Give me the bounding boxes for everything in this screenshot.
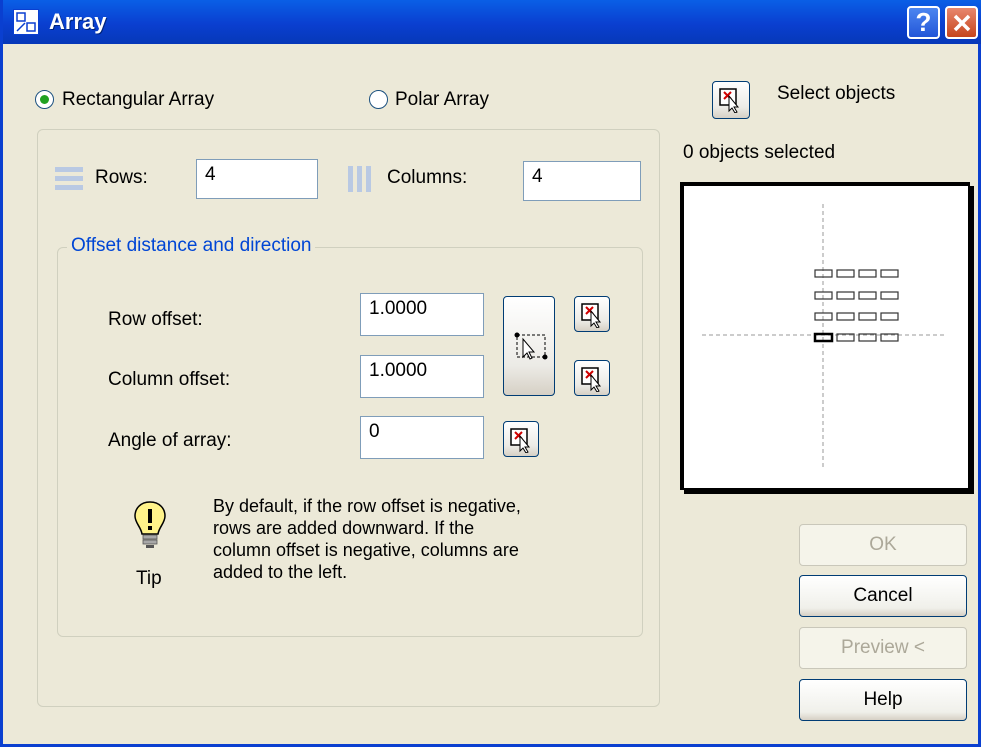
close-button[interactable] bbox=[945, 6, 978, 39]
tip-line: rows are added downward. If the bbox=[213, 518, 475, 538]
pick-both-offsets-icon bbox=[514, 332, 548, 360]
column-offset-label: Column offset: bbox=[108, 369, 231, 390]
ok-button[interactable]: OK bbox=[799, 524, 967, 566]
pick-both-offsets-button[interactable] bbox=[503, 296, 555, 396]
radio-selected-dot bbox=[40, 95, 49, 104]
tip-line: By default, if the row offset is negativ… bbox=[213, 496, 521, 516]
angle-label: Angle of array: bbox=[108, 430, 232, 451]
pick-cursor-icon bbox=[510, 428, 531, 453]
tip-label: Tip bbox=[136, 568, 162, 589]
tip-line: added to the left. bbox=[213, 562, 348, 582]
rectangular-array-label[interactable]: Rectangular Array bbox=[62, 89, 214, 111]
pick-cursor-icon bbox=[719, 88, 740, 113]
angle-input[interactable]: 0 bbox=[360, 416, 484, 459]
columns-input[interactable]: 4 bbox=[523, 161, 641, 201]
window-title: Array bbox=[49, 9, 107, 34]
pick-cursor-icon bbox=[581, 303, 602, 328]
title-help-button[interactable]: ? bbox=[907, 6, 940, 39]
close-icon bbox=[953, 14, 970, 32]
rows-input[interactable]: 4 bbox=[196, 159, 318, 199]
preview-button[interactable]: Preview < bbox=[799, 627, 967, 669]
offset-group-legend: Offset distance and direction bbox=[67, 235, 316, 257]
polar-array-radio[interactable] bbox=[369, 90, 388, 109]
select-objects-button[interactable] bbox=[712, 81, 750, 119]
help-button[interactable]: Help bbox=[799, 679, 967, 721]
rows-icon bbox=[55, 166, 83, 198]
array-app-icon bbox=[13, 9, 39, 35]
columns-label: Columns: bbox=[387, 167, 468, 188]
row-offset-label: Row offset: bbox=[108, 309, 203, 330]
tip-text: By default, if the row offset is negativ… bbox=[213, 495, 521, 583]
pick-column-offset-button[interactable] bbox=[574, 360, 610, 396]
title-bar[interactable]: Array ? bbox=[3, 0, 981, 44]
columns-icon bbox=[347, 166, 375, 198]
cancel-button[interactable]: Cancel bbox=[799, 575, 967, 617]
column-offset-input[interactable]: 1.0000 bbox=[360, 355, 484, 398]
rows-label: Rows: bbox=[95, 167, 148, 188]
rectangular-array-radio[interactable] bbox=[35, 90, 54, 109]
pick-cursor-icon bbox=[581, 367, 602, 392]
row-offset-input[interactable]: 1.0000 bbox=[360, 293, 484, 336]
select-objects-label: Select objects bbox=[777, 83, 896, 104]
tip-line: column offset is negative, columns are bbox=[213, 540, 519, 560]
lightbulb-icon bbox=[133, 500, 167, 556]
array-preview-drawing bbox=[702, 204, 947, 469]
pick-row-offset-button[interactable] bbox=[574, 296, 610, 332]
array-preview bbox=[680, 182, 970, 490]
polar-array-label[interactable]: Polar Array bbox=[395, 89, 489, 111]
pick-angle-button[interactable] bbox=[503, 421, 539, 457]
array-dialog: Array ? Rectangular Array Polar Array Se… bbox=[0, 0, 981, 747]
objects-selected-count: 0 objects selected bbox=[683, 142, 836, 163]
